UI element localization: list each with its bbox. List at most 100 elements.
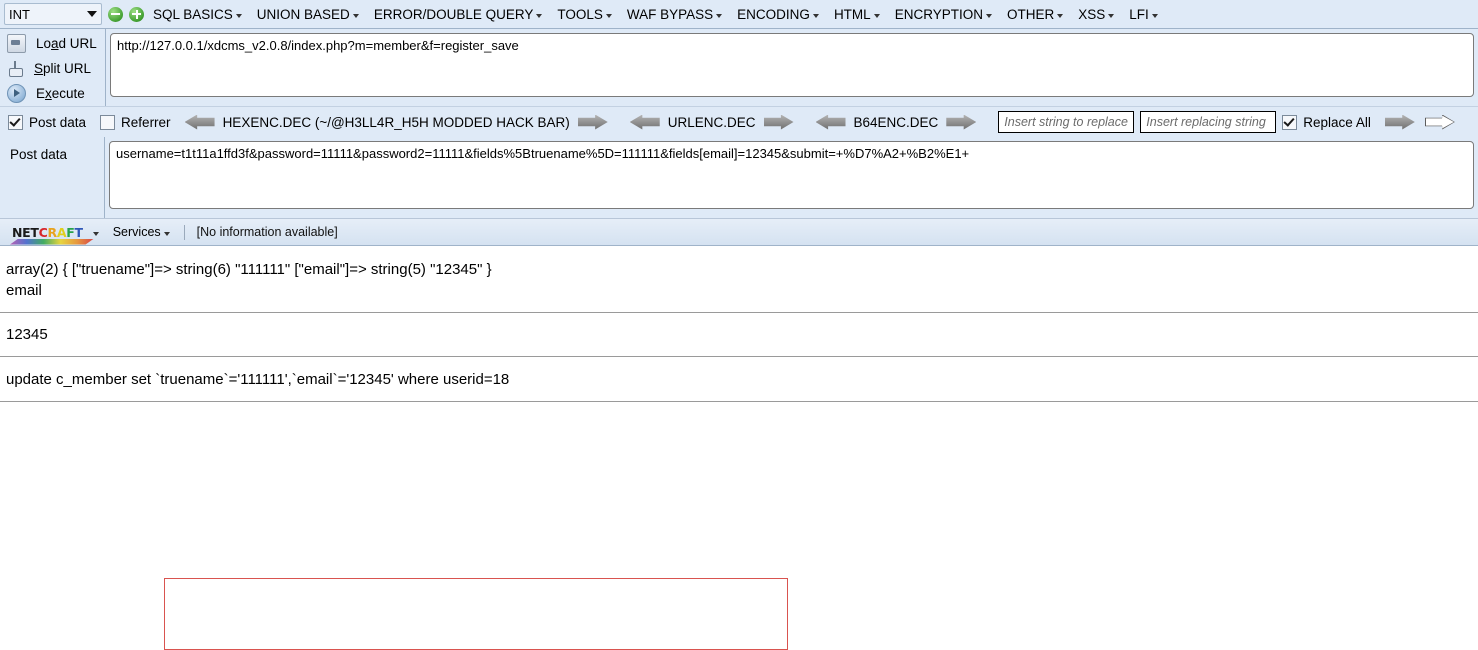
encoder-urlenc-label: URLENC.DEC <box>667 114 756 130</box>
chevron-down-icon[interactable] <box>92 231 99 236</box>
menu-label: SQL BASICS <box>153 6 233 22</box>
post-data-wrapper <box>105 137 1478 218</box>
email-label-line: email <box>6 282 42 299</box>
chevron-down-icon <box>1108 13 1115 18</box>
netcraft-toolbar: N E T C R A F T Services [No information… <box>0 219 1478 246</box>
menu-label: TOOLS <box>557 6 603 22</box>
url-input-wrapper <box>106 29 1478 97</box>
split-url-label: Split URL <box>34 61 92 76</box>
execute-button[interactable]: Execute <box>0 81 105 106</box>
toolbar-divider <box>183 224 185 240</box>
arrow-right-icon[interactable] <box>577 114 608 130</box>
encoder-hexenc: HEXENC.DEC (~/@H3LL4R_H5H MODDED HACK BA… <box>184 114 608 130</box>
menu-label: WAF BYPASS <box>626 6 714 22</box>
apply-replace-arrow-icon[interactable] <box>1384 114 1415 130</box>
post-data-checkbox[interactable]: Post data <box>8 114 87 130</box>
chevron-down-icon <box>1151 13 1158 18</box>
menu-label: UNION BASED <box>256 6 350 22</box>
netcraft-logo-letter: R <box>47 224 58 240</box>
post-data-label: Post data <box>0 137 105 218</box>
chevron-down-icon <box>812 13 819 18</box>
chevron-down-icon <box>985 13 992 18</box>
checkbox-box <box>1282 114 1298 130</box>
arrow-right-icon[interactable] <box>763 114 794 130</box>
menu-lfi[interactable]: LFI <box>1122 4 1164 25</box>
menu-error-double-query[interactable]: ERROR/DOUBLE QUERY <box>367 4 549 25</box>
menu-encoding[interactable]: ENCODING <box>730 4 825 25</box>
referrer-checkbox-label: Referrer <box>121 114 171 130</box>
replace-string-input[interactable] <box>1140 111 1277 133</box>
menu-label: ENCRYPTION <box>894 6 983 22</box>
menu-label: XSS <box>1078 6 1106 22</box>
encoder-b64enc-label: B64ENC.DEC <box>853 114 939 130</box>
rainbow-icon <box>10 238 94 245</box>
hackbar-options-row: Post data Referrer HEXENC.DEC (~/@H3LL4R… <box>0 106 1478 137</box>
netcraft-logo-letter: F <box>66 224 75 240</box>
netcraft-info-text: [No information available] <box>196 225 338 239</box>
encoder-hexenc-label: HEXENC.DEC (~/@H3LL4R_H5H MODDED HACK BA… <box>222 114 570 130</box>
menu-other[interactable]: OTHER <box>1000 4 1069 25</box>
encoder-b64enc: B64ENC.DEC <box>815 114 977 130</box>
hackbar-url-row: Load URL Split URL Execute <box>0 29 1478 106</box>
hackbar-panel: INT SQL BASICS UNION BASED ERROR/DOUBLE … <box>0 0 1478 219</box>
encoder-urlenc: URLENC.DEC <box>629 114 794 130</box>
netcraft-logo-letter: N <box>12 224 23 240</box>
menu-label: OTHER <box>1006 6 1055 22</box>
netcraft-services-menu[interactable]: Services <box>113 225 170 239</box>
menu-html[interactable]: HTML <box>827 4 886 25</box>
replace-all-label: Replace All <box>1303 114 1371 130</box>
split-url-icon <box>7 60 24 77</box>
menu-union-based[interactable]: UNION BASED <box>250 4 365 25</box>
menu-tools[interactable]: TOOLS <box>550 4 618 25</box>
annotation-highlight-box <box>164 578 788 650</box>
remove-payload-button[interactable] <box>108 6 123 22</box>
arrow-left-icon[interactable] <box>629 114 660 130</box>
menu-sql-basics[interactable]: SQL BASICS <box>146 4 248 25</box>
execute-icon <box>7 84 26 103</box>
referrer-checkbox[interactable]: Referrer <box>100 114 171 130</box>
hackbar-postdata-row: Post data <box>0 137 1478 218</box>
menu-label: ENCODING <box>737 6 810 22</box>
chevron-down-icon <box>1057 13 1064 18</box>
hackbar-action-buttons: Load URL Split URL Execute <box>0 29 106 106</box>
chevron-down-icon <box>873 13 880 18</box>
content-divider <box>0 401 1478 402</box>
load-url-label: Load URL <box>36 36 97 51</box>
replace-all-checkbox[interactable]: Replace All <box>1282 114 1371 130</box>
menu-label: LFI <box>1129 6 1149 22</box>
var-dump-line: array(2) { ["truename"]=> string(6) "111… <box>6 261 492 278</box>
checkbox-box <box>100 114 116 130</box>
hackbar-url-column <box>106 29 1478 106</box>
page-content: array(2) { ["truename"]=> string(6) "111… <box>0 246 1478 650</box>
menu-label: HTML <box>833 6 871 22</box>
netcraft-logo-letter: C <box>38 224 48 240</box>
arrow-left-icon[interactable] <box>184 114 215 130</box>
netcraft-logo[interactable]: N E T C R A F T <box>10 224 94 245</box>
load-url-button[interactable]: Load URL <box>0 31 105 56</box>
netcraft-logo-letter: A <box>56 224 67 240</box>
undo-replace-arrow-icon[interactable] <box>1424 114 1455 130</box>
search-string-input[interactable] <box>998 111 1135 133</box>
split-url-button[interactable]: Split URL <box>0 56 105 81</box>
hackbar-menu-row: INT SQL BASICS UNION BASED ERROR/DOUBLE … <box>0 0 1478 29</box>
add-payload-button[interactable] <box>129 6 144 22</box>
arrow-left-icon[interactable] <box>815 114 846 130</box>
chevron-down-icon <box>352 13 359 18</box>
sql-query-line: update c_member set `truename`='111111',… <box>6 371 510 388</box>
netcraft-logo-letter: T <box>30 224 39 240</box>
menu-waf-bypass[interactable]: WAF BYPASS <box>620 4 728 25</box>
chevron-down-icon <box>716 13 723 18</box>
url-input[interactable] <box>110 33 1474 97</box>
arrow-right-icon[interactable] <box>946 114 977 130</box>
menu-encryption[interactable]: ENCRYPTION <box>888 4 998 25</box>
chevron-down-icon <box>605 13 612 18</box>
chevron-down-icon <box>163 231 170 236</box>
post-data-checkbox-label: Post data <box>29 114 87 130</box>
chevron-down-icon <box>87 11 97 17</box>
payload-type-value: INT <box>9 6 30 22</box>
post-data-input[interactable] <box>109 141 1474 209</box>
email-value-line: 12345 <box>6 326 48 343</box>
checkbox-box <box>8 114 23 130</box>
menu-xss[interactable]: XSS <box>1071 4 1120 25</box>
payload-type-select[interactable]: INT <box>4 3 102 25</box>
